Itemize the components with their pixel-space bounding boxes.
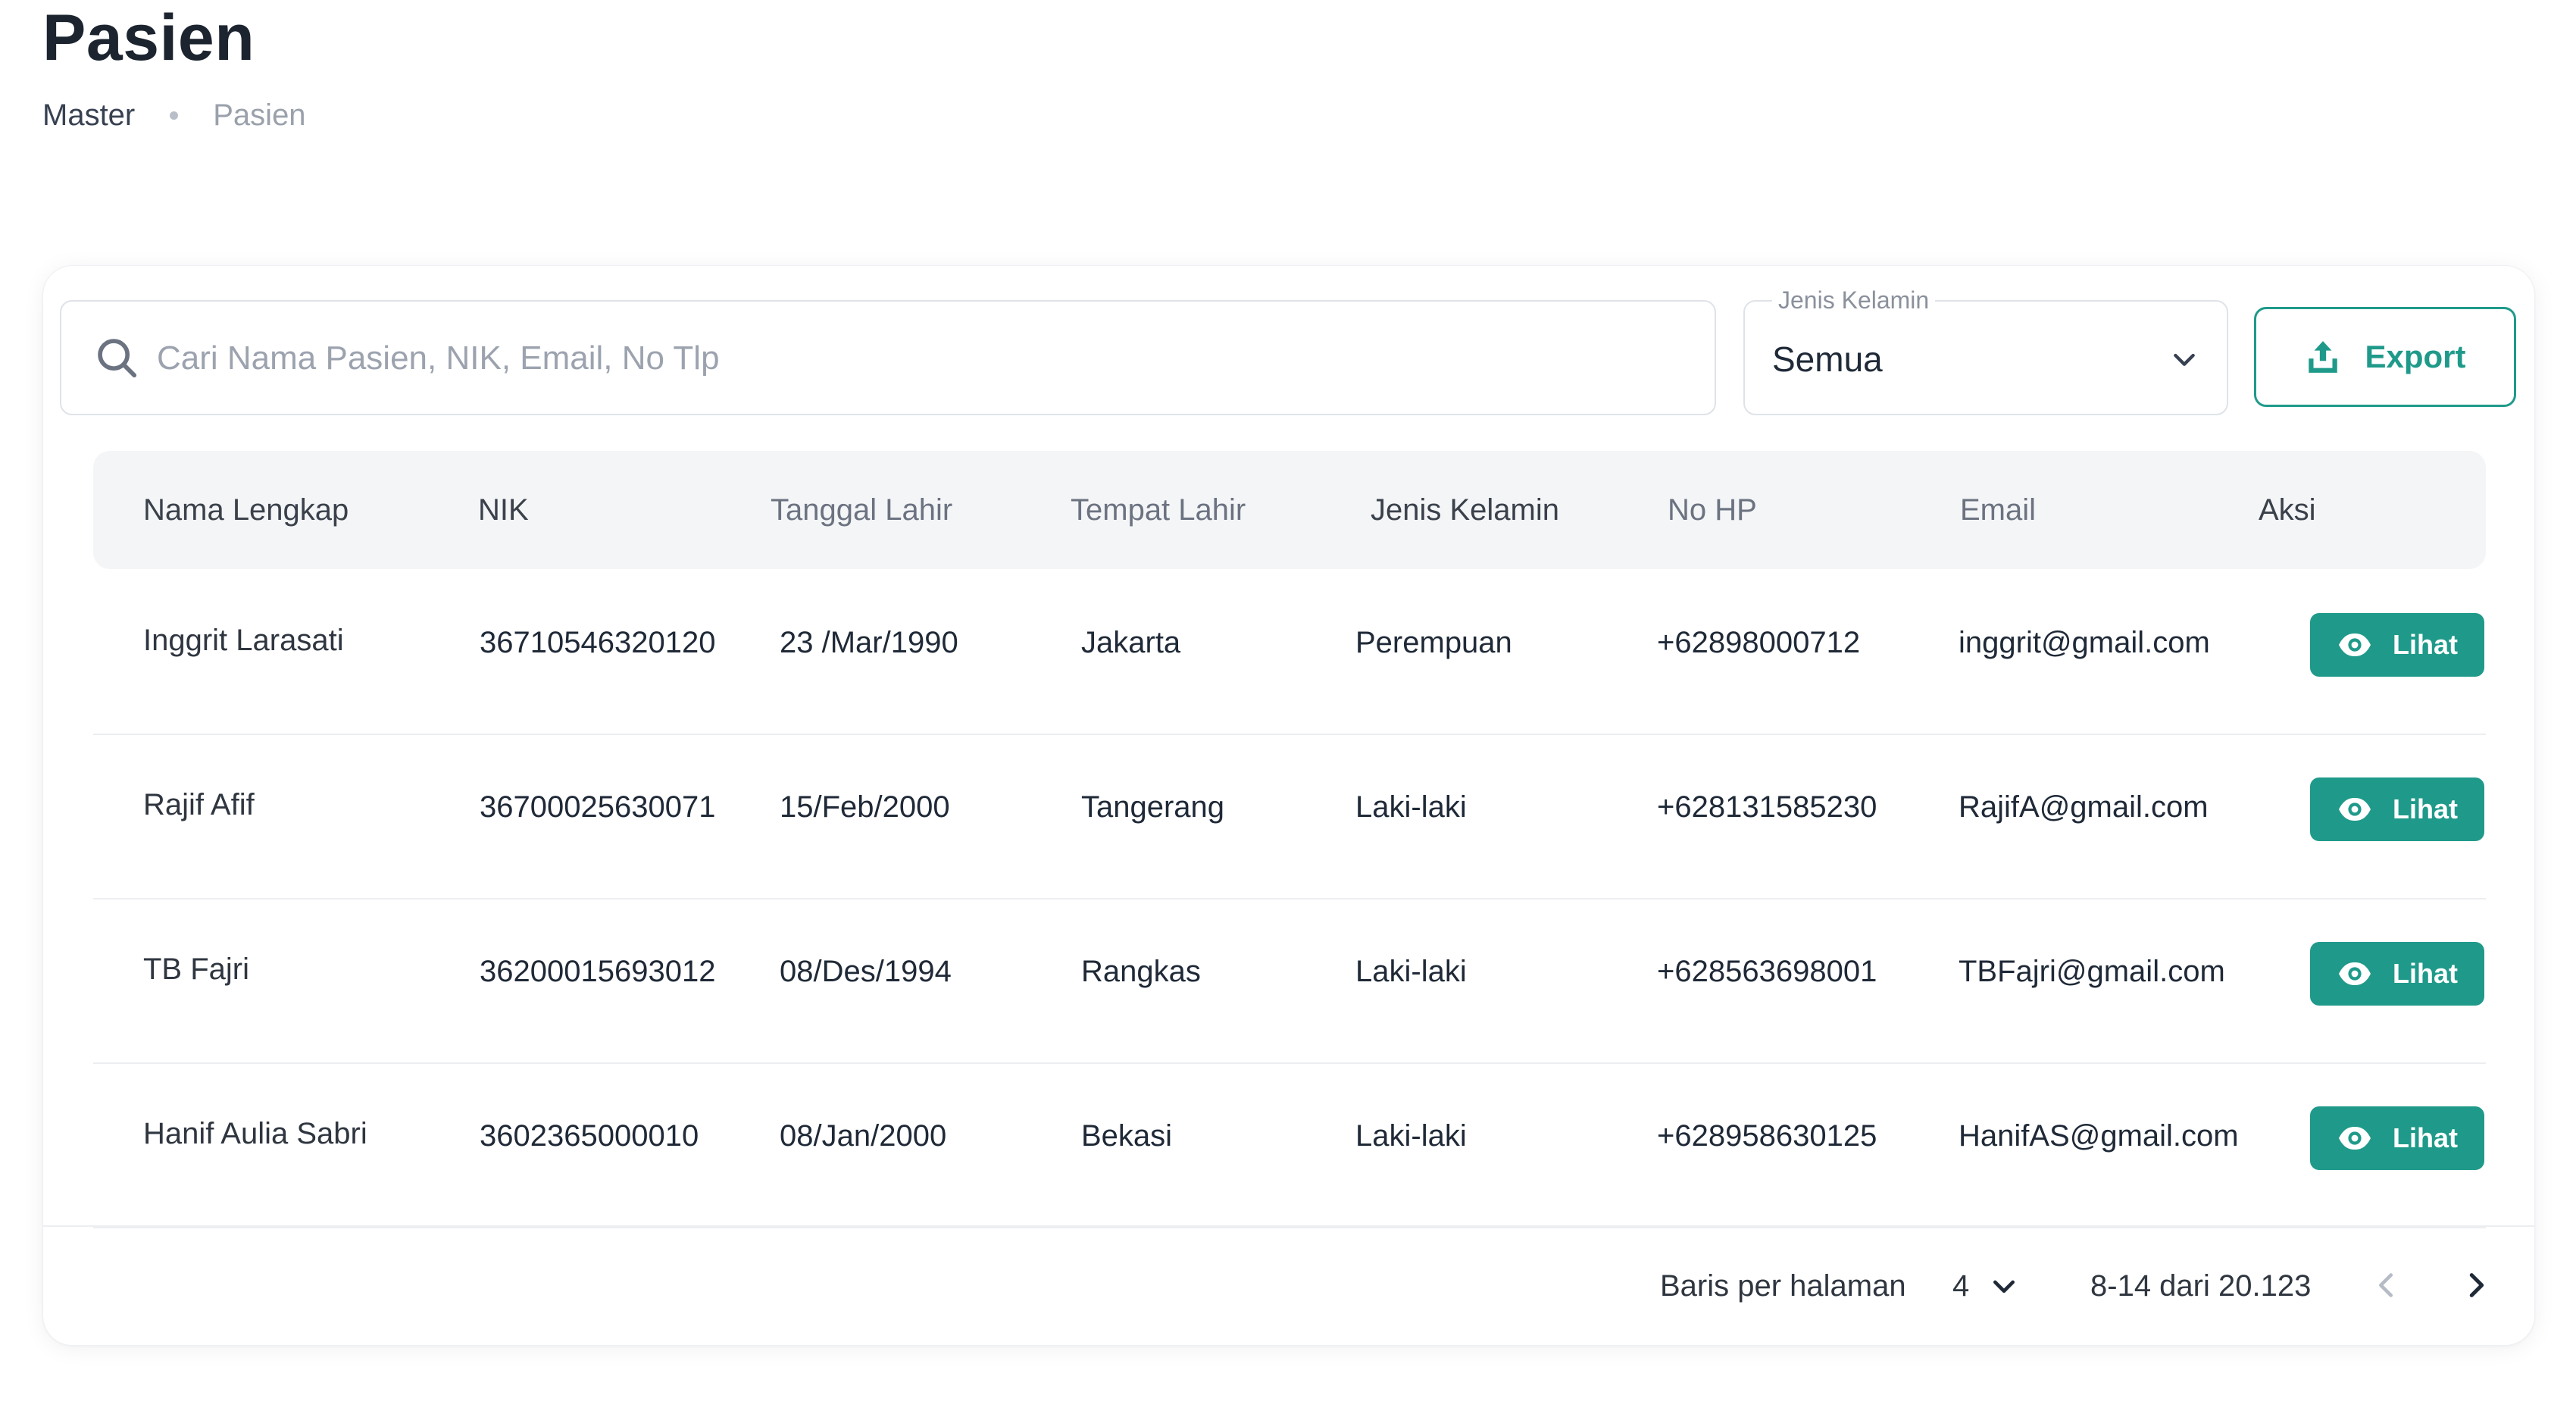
chevron-down-icon: [1993, 1280, 2015, 1293]
view-button-label: Lihat: [2393, 629, 2458, 660]
table-row: Hanif Aulia Sabri 3602365000010 08/Jan/2…: [93, 1062, 2486, 1228]
page: Pasien Master Pasien Jenis Kelamin Semua: [0, 0, 2576, 1411]
cell-pob: Tangerang: [1081, 790, 1225, 824]
cell-phone: +628958630125: [1657, 1119, 1877, 1153]
cell-nik: 3602365000010: [480, 1119, 699, 1153]
cell-email: HanifAS@gmail.com: [1959, 1119, 2239, 1153]
chevron-right-icon[interactable]: [2459, 1268, 2493, 1303]
pagination-range: 8-14 dari 20.123: [2090, 1269, 2312, 1303]
breadcrumb: Master Pasien: [42, 94, 306, 136]
view-button[interactable]: Lihat: [2310, 1106, 2484, 1170]
rows-per-page-select[interactable]: 4: [1952, 1265, 2019, 1307]
upload-icon: [2309, 341, 2338, 373]
export-button[interactable]: Export: [2254, 307, 2516, 407]
rows-per-page-label: Baris per halaman: [1660, 1269, 1906, 1303]
column-header-no-hp[interactable]: No HP: [1668, 451, 1757, 569]
eye-icon: [2339, 1127, 2371, 1150]
cell-dob: 08/Des/1994: [780, 955, 952, 988]
table-row: TB Fajri 36200015693012 08/Des/1994 Rang…: [93, 898, 2486, 1064]
cell-gender: Laki-laki: [1355, 790, 1467, 824]
view-button-label: Lihat: [2393, 958, 2458, 989]
column-header-aksi: Aksi: [2259, 493, 2316, 527]
cell-email: inggrit@gmail.com: [1959, 626, 2210, 659]
cell-nik: 36700025630071: [480, 790, 716, 824]
eye-icon: [2339, 962, 2371, 985]
breadcrumb-separator-dot: [170, 111, 179, 120]
cell-email: RajifA@gmail.com: [1959, 790, 2209, 824]
column-header-nik[interactable]: NIK: [478, 451, 529, 569]
table-row: Rajif Afif 36700025630071 15/Feb/2000 Ta…: [93, 734, 2486, 899]
footer-divider: [43, 1225, 2534, 1227]
breadcrumb-item-master[interactable]: Master: [42, 94, 135, 136]
cell-gender: Perempuan: [1355, 626, 1512, 659]
column-header-nama-lengkap[interactable]: Nama Lengkap: [143, 451, 349, 569]
gender-filter-value: Semua: [1772, 339, 1883, 379]
cell-name: Inggrit Larasati: [143, 624, 344, 657]
column-header-tanggal-lahir[interactable]: Tanggal Lahir: [771, 451, 952, 569]
export-button-label: Export: [2365, 339, 2466, 374]
cell-name: Rajif Afif: [143, 788, 255, 821]
eye-icon: [2339, 634, 2371, 656]
search-icon: [98, 339, 137, 378]
gender-filter-select[interactable]: Jenis Kelamin Semua: [1743, 285, 2228, 415]
cell-dob: 23 /Mar/1990: [780, 626, 958, 659]
cell-nik: 36710546320120: [480, 626, 716, 659]
eye-icon: [2339, 798, 2371, 821]
cell-nik: 36200015693012: [480, 955, 716, 988]
cell-email: TBFajri@gmail.com: [1959, 955, 2225, 988]
search-input[interactable]: [155, 302, 1689, 415]
cell-pob: Jakarta: [1081, 626, 1181, 659]
cell-name: Hanif Aulia Sabri: [143, 1117, 367, 1150]
rows-per-page-value: 4: [1952, 1269, 1970, 1303]
cell-gender: Laki-laki: [1355, 955, 1467, 988]
patient-table-card: Jenis Kelamin Semua Export Nama Lengkap …: [42, 265, 2535, 1346]
column-header-jenis-kelamin[interactable]: Jenis Kelamin: [1371, 451, 1559, 569]
cell-pob: Bekasi: [1081, 1119, 1173, 1153]
view-button[interactable]: Lihat: [2310, 777, 2484, 841]
cell-dob: 08/Jan/2000: [780, 1119, 947, 1153]
column-header-tempat-lahir[interactable]: Tempat Lahir: [1071, 451, 1246, 569]
view-button-label: Lihat: [2393, 1122, 2458, 1153]
view-button[interactable]: Lihat: [2310, 942, 2484, 1006]
cell-phone: +62898000712: [1657, 626, 1861, 659]
breadcrumb-item-current: Pasien: [213, 99, 306, 132]
cell-pob: Rangkas: [1081, 955, 1201, 988]
cell-gender: Laki-laki: [1355, 1119, 1467, 1153]
table-header: Nama Lengkap NIK Tanggal Lahir Tempat La…: [93, 451, 2486, 569]
cell-name: TB Fajri: [143, 953, 249, 986]
page-title: Pasien: [42, 2, 255, 74]
chevron-down-icon: [2174, 353, 2195, 366]
chevron-left-icon[interactable]: [2369, 1268, 2404, 1303]
cell-phone: +628563698001: [1657, 955, 1877, 988]
cell-dob: 15/Feb/2000: [780, 790, 950, 824]
table-row: Inggrit Larasati 36710546320120 23 /Mar/…: [93, 569, 2486, 735]
cell-phone: +628131585230: [1657, 790, 1877, 824]
gender-filter-label: Jenis Kelamin: [1772, 285, 1936, 315]
search-box[interactable]: [60, 300, 1716, 415]
view-button-label: Lihat: [2393, 793, 2458, 824]
view-button[interactable]: Lihat: [2310, 613, 2484, 677]
column-header-email[interactable]: Email: [1960, 451, 2036, 569]
